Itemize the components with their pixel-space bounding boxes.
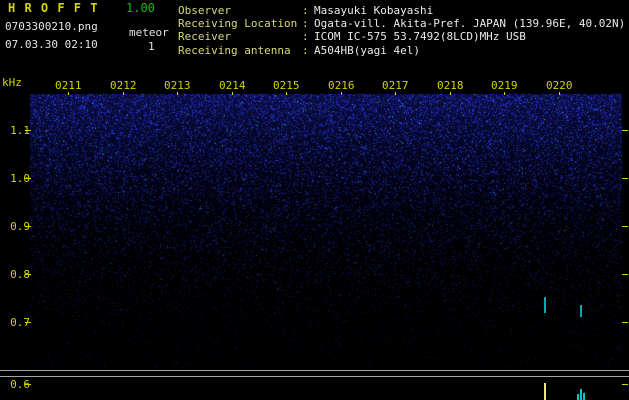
hrofft-window: H R O F F T 1.00 0703300210.png meteor 0… (0, 0, 629, 400)
time-tick (450, 92, 451, 95)
observer-info-block: Observer : Masayuki Kobayashi Receiving … (178, 4, 625, 57)
info-label: Receiver (178, 30, 231, 44)
signal-spike (580, 389, 582, 400)
info-value: Ogata-vill. Akita-Pref. JAPAN (139.96E, … (314, 17, 626, 31)
freq-tick-right (622, 226, 628, 227)
spectrogram-noise-canvas (0, 0, 629, 400)
info-separator: : (302, 17, 309, 31)
info-row-antenna: Receiving antenna : A504HB(yagi 4el) (178, 44, 625, 57)
freq-tick-left (25, 274, 31, 275)
freq-unit-label: kHz (2, 76, 22, 89)
signal-strip-line (0, 376, 629, 377)
time-label: 0213 (164, 79, 191, 92)
freq-tick-left (25, 226, 31, 227)
time-label: 0216 (328, 79, 355, 92)
time-tick (232, 92, 233, 95)
signal-spike (577, 394, 579, 400)
time-tick (559, 92, 560, 95)
time-label: 0217 (382, 79, 409, 92)
info-separator: : (302, 4, 309, 17)
mode-label: meteor (129, 26, 169, 39)
datetime-label: 07.03.30 02:10 (5, 38, 98, 51)
info-row-observer: Observer : Masayuki Kobayashi (178, 4, 625, 17)
freq-tick-right (622, 384, 628, 385)
time-tick (504, 92, 505, 95)
time-label: 0220 (546, 79, 573, 92)
echo-count: 1 (148, 40, 155, 53)
time-tick (177, 92, 178, 95)
app-version: 1.00 (126, 1, 155, 15)
time-label: 0212 (110, 79, 137, 92)
meteor-echo-mark (580, 305, 582, 317)
info-separator: : (302, 30, 309, 44)
time-label: 0219 (491, 79, 518, 92)
time-tick (123, 92, 124, 95)
freq-tick-right (622, 178, 628, 179)
info-separator: : (302, 43, 309, 57)
time-tick (395, 92, 396, 95)
app-title: H R O F F T (8, 1, 99, 15)
freq-tick-left (25, 130, 31, 131)
info-value: A504HB(yagi 4el) (314, 43, 420, 57)
output-filename: 0703300210.png (5, 20, 98, 33)
time-label: 0215 (273, 79, 300, 92)
info-row-receiver: Receiver : ICOM IC-575 53.7492(8LCD)MHz … (178, 30, 625, 43)
time-tick (341, 92, 342, 95)
freq-tick-left (25, 322, 31, 323)
freq-tick-right (622, 274, 628, 275)
time-label: 0211 (55, 79, 82, 92)
freq-tick-right (622, 130, 628, 131)
freq-tick-left (25, 178, 31, 179)
time-tick (68, 92, 69, 95)
info-value: Masayuki Kobayashi (314, 4, 434, 17)
signal-strip-line (0, 370, 629, 371)
info-label: Receiving Location (178, 17, 298, 31)
meteor-echo-mark (544, 297, 546, 313)
freq-tick-right (622, 322, 628, 323)
info-row-location: Receiving Location : Ogata-vill. Akita-P… (178, 17, 625, 30)
info-label: Observer (178, 4, 231, 17)
time-label: 0214 (219, 79, 246, 92)
time-label: 0218 (437, 79, 464, 92)
freq-tick-left (25, 384, 31, 385)
signal-spike (544, 383, 546, 400)
signal-spike (583, 393, 585, 400)
time-tick (286, 92, 287, 95)
info-value: ICOM IC-575 53.7492(8LCD)MHz USB (314, 30, 526, 44)
info-label: Receiving antenna (178, 43, 291, 57)
